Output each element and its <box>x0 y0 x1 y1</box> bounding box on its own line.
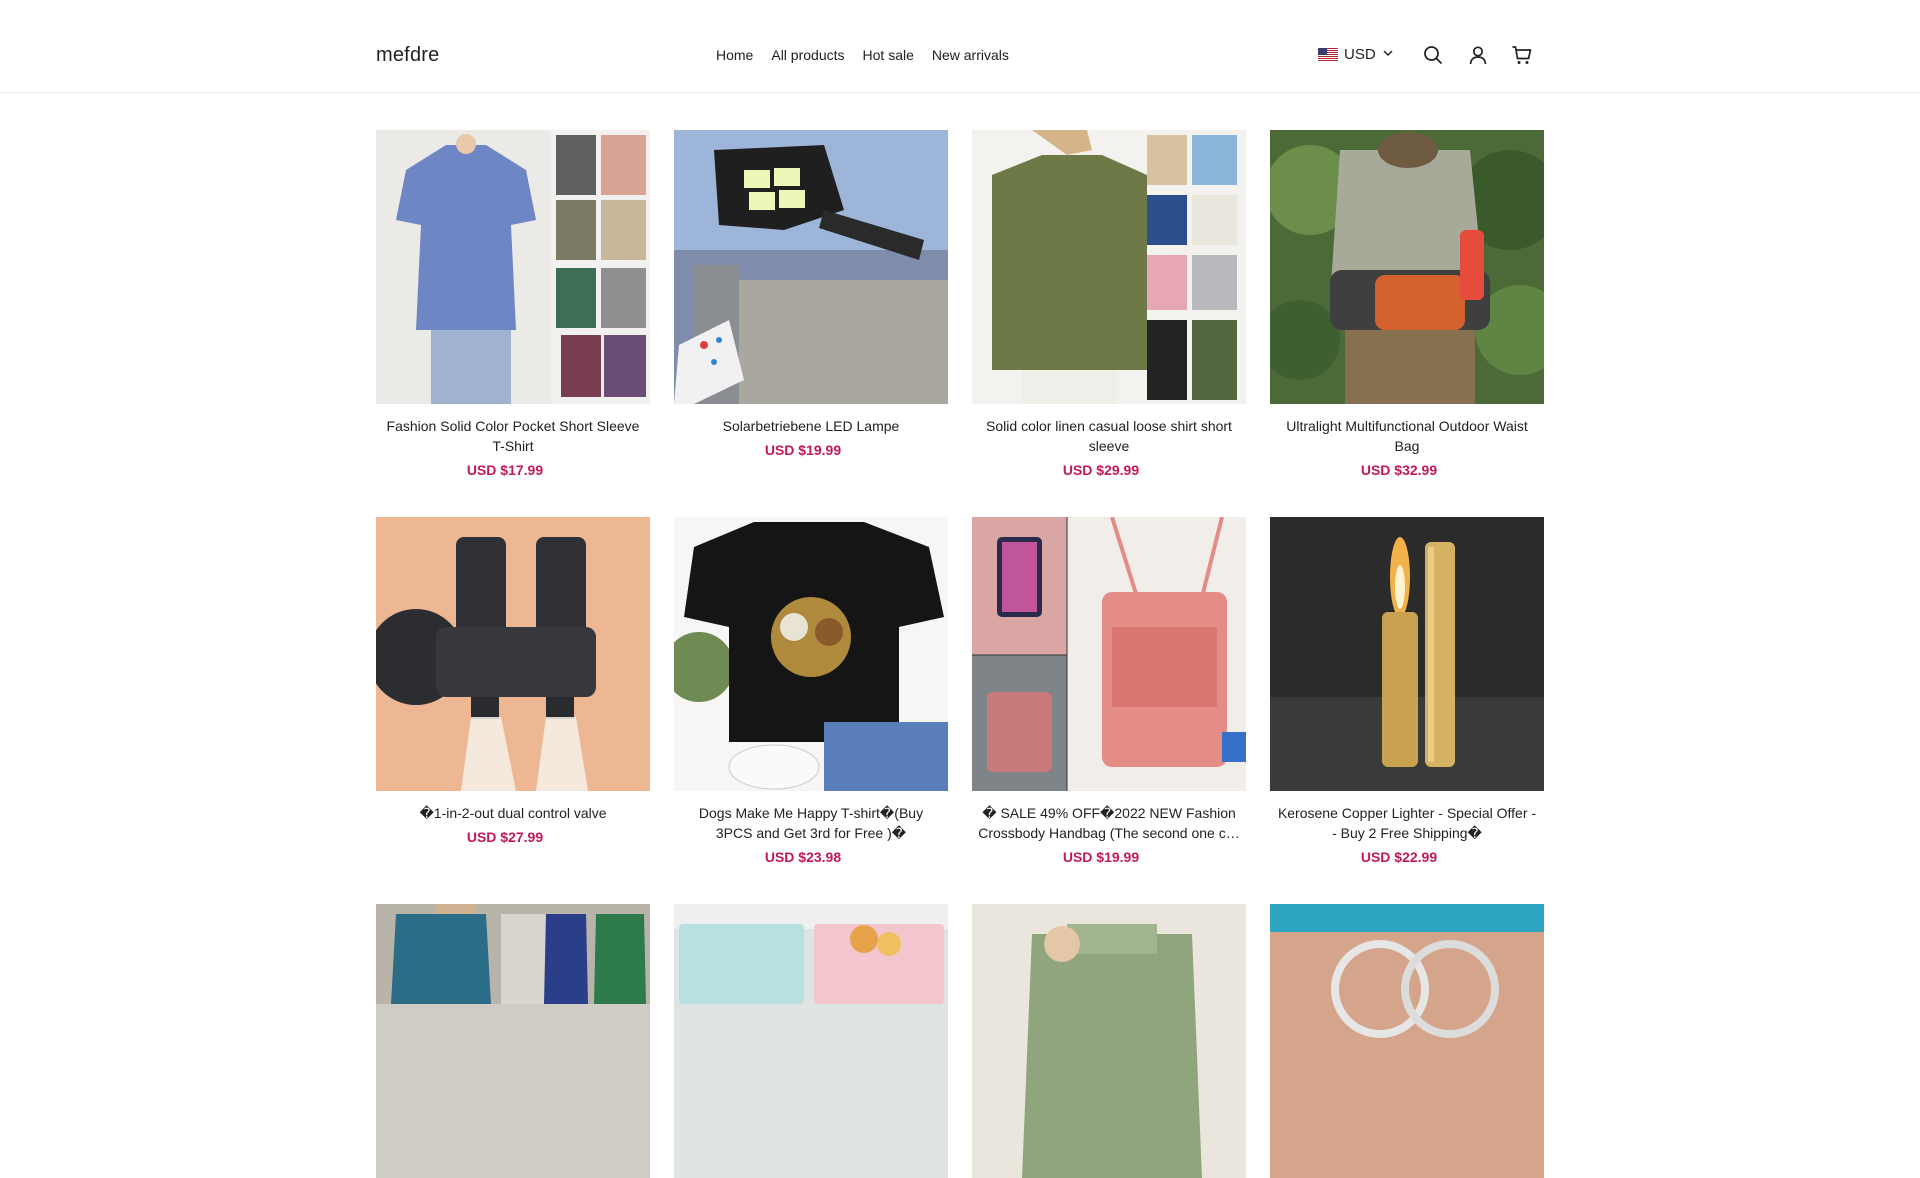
store-logo[interactable]: mefdre <box>376 44 439 67</box>
search-icon[interactable] <box>1422 44 1444 66</box>
product-title[interactable]: Solid color linen casual loose shirt sho… <box>972 416 1246 456</box>
product-title[interactable]: Ultralight Multifunctional Outdoor Waist… <box>1270 416 1544 456</box>
product-title[interactable]: � SALE 49% OFF�2022 NEW Fashion Crossbod… <box>972 803 1246 843</box>
site-header: mefdre Home All products Hot sale New ar… <box>0 0 1920 93</box>
product-image-led-lamp[interactable] <box>674 130 948 404</box>
product-image-lighter[interactable] <box>1270 517 1544 791</box>
product-image-waist-bag[interactable] <box>1270 130 1544 404</box>
product-image-valve[interactable] <box>376 517 650 791</box>
product-title[interactable]: Dogs Make Me Happy T-shirt�(Buy 3PCS and… <box>674 803 948 843</box>
cart-icon[interactable] <box>1511 44 1533 66</box>
product-image-linen-shirt[interactable] <box>972 130 1246 404</box>
product-title[interactable]: Kerosene Copper Lighter - Special Offer … <box>1270 803 1544 843</box>
product-card[interactable]: Solarbetriebene LED Lampe USD $19.99 <box>674 130 948 458</box>
product-card[interactable] <box>1270 904 1544 1178</box>
product-card[interactable]: Fashion Solid Color Pocket Short Sleeve … <box>376 130 650 478</box>
nav-all-products[interactable]: All products <box>771 47 844 63</box>
product-image-fridge-drawer[interactable] <box>674 904 948 1178</box>
currency-selector[interactable]: USD <box>1318 46 1394 63</box>
product-image-crossbody-bag[interactable] <box>972 517 1246 791</box>
nav-hot-sale[interactable]: Hot sale <box>863 47 914 63</box>
currency-label: USD <box>1344 46 1376 63</box>
product-image-tshirt[interactable] <box>376 130 650 404</box>
product-price: USD $22.99 <box>1360 849 1438 865</box>
product-card[interactable] <box>674 904 948 1178</box>
us-flag-icon <box>1318 48 1338 61</box>
product-card[interactable]: Solid color linen casual loose shirt sho… <box>972 130 1246 478</box>
product-image-dogs-tshirt[interactable] <box>674 517 948 791</box>
product-image-pants[interactable] <box>376 904 650 1178</box>
product-price: USD $19.99 <box>1062 849 1140 865</box>
product-card[interactable] <box>376 904 650 1178</box>
main-nav: Home All products Hot sale New arrivals <box>716 47 1009 63</box>
product-image-green-dress[interactable] <box>972 904 1246 1178</box>
product-price: USD $19.99 <box>764 442 842 458</box>
product-card[interactable] <box>972 904 1246 1178</box>
user-icon[interactable] <box>1467 44 1489 66</box>
product-card[interactable]: �1-in-2-out dual control valve USD $27.9… <box>376 517 650 845</box>
nav-home[interactable]: Home <box>716 47 753 63</box>
product-price: USD $17.99 <box>466 462 544 478</box>
product-title[interactable]: �1-in-2-out dual control valve <box>376 803 650 823</box>
nav-new-arrivals[interactable]: New arrivals <box>932 47 1009 63</box>
chevron-down-icon <box>1382 46 1394 63</box>
product-price: USD $23.98 <box>764 849 842 865</box>
product-card[interactable]: � SALE 49% OFF�2022 NEW Fashion Crossbod… <box>972 517 1246 865</box>
product-price: USD $32.99 <box>1360 462 1438 478</box>
product-card[interactable]: Ultralight Multifunctional Outdoor Waist… <box>1270 130 1544 478</box>
product-card[interactable]: Kerosene Copper Lighter - Special Offer … <box>1270 517 1544 865</box>
product-title[interactable]: Fashion Solid Color Pocket Short Sleeve … <box>376 416 650 456</box>
product-price: USD $29.99 <box>1062 462 1140 478</box>
product-title[interactable]: Solarbetriebene LED Lampe <box>674 416 948 436</box>
product-price: USD $27.99 <box>466 829 544 845</box>
product-image-hoop-earrings[interactable] <box>1270 904 1544 1178</box>
product-card[interactable]: Dogs Make Me Happy T-shirt�(Buy 3PCS and… <box>674 517 948 865</box>
